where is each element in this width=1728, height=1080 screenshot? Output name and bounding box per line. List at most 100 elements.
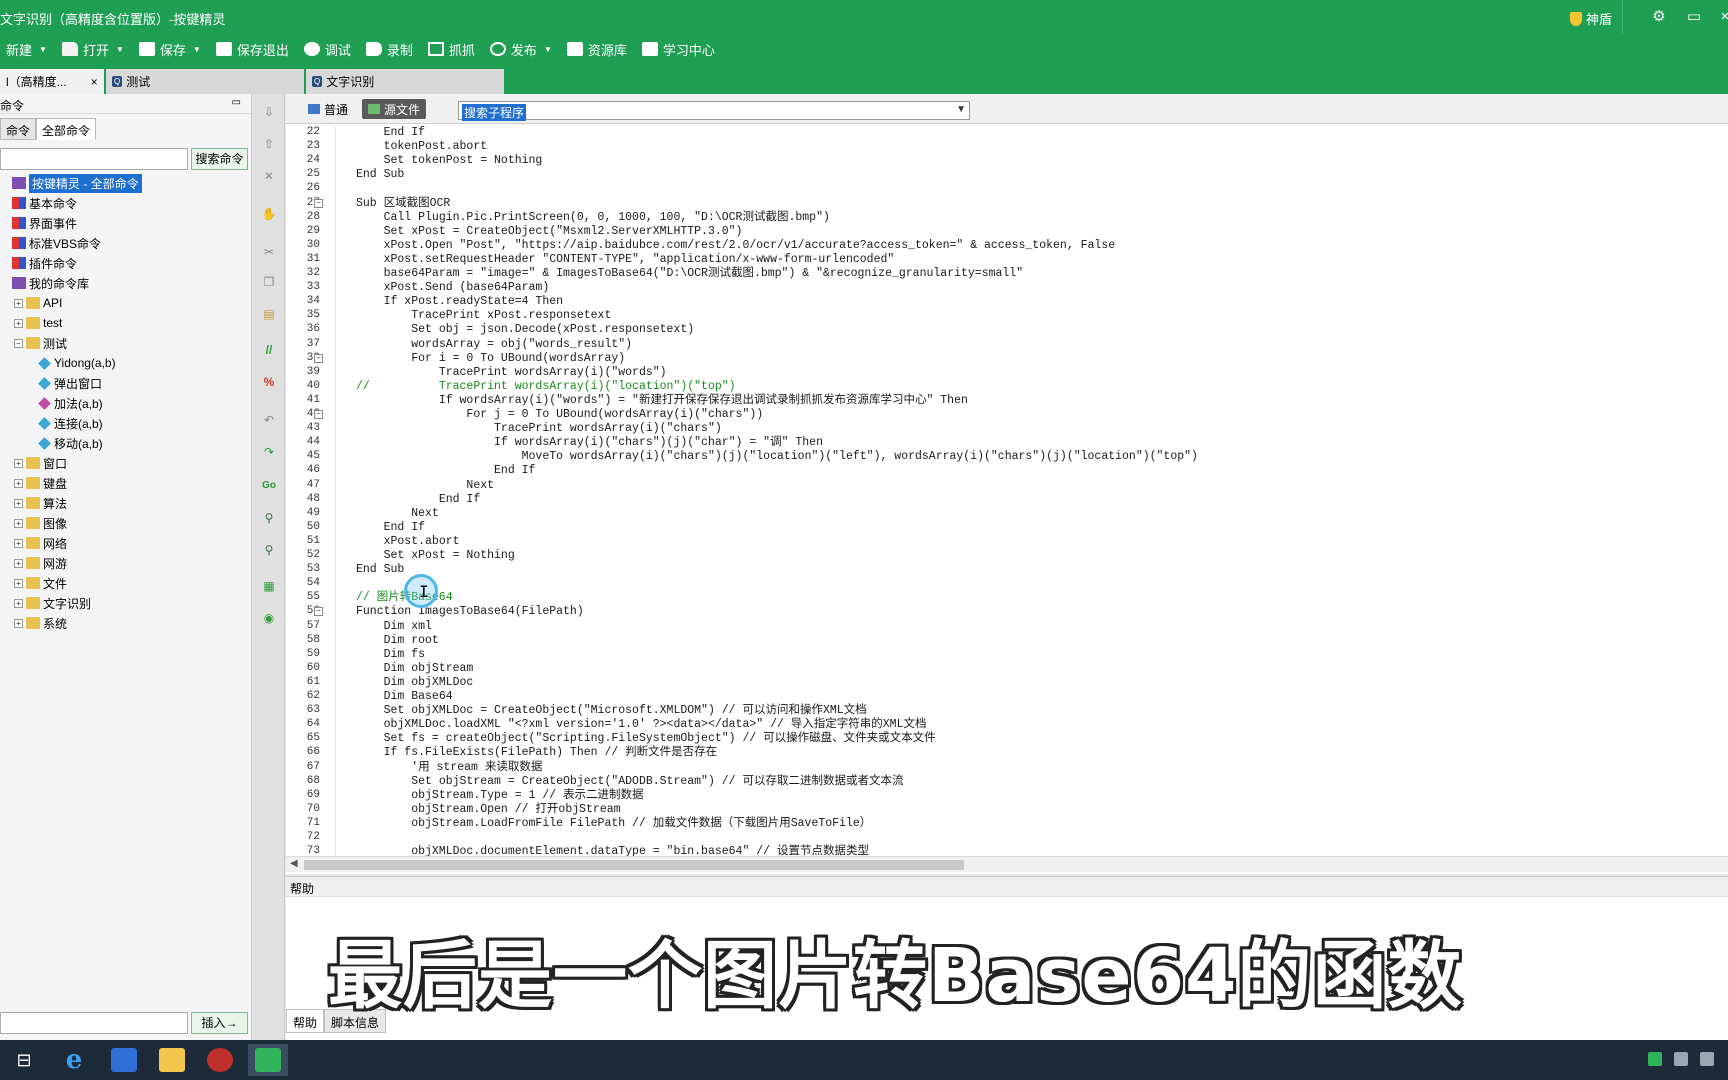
tray-anjian-icon[interactable] <box>1648 1052 1662 1066</box>
save-button[interactable]: 保存 ▼ <box>133 34 210 64</box>
hand-icon[interactable]: ✋ <box>261 206 277 222</box>
gear-icon[interactable]: ⚙ <box>1648 6 1670 28</box>
tree-item[interactable]: +标准VBS命令 <box>0 234 101 252</box>
tree-item[interactable]: +插件命令 <box>0 254 77 272</box>
uncomment-icon[interactable]: % <box>261 374 277 390</box>
expand-toggle-icon[interactable]: + <box>14 478 23 488</box>
tab-main-script[interactable]: l（高精度... × <box>0 69 104 94</box>
learn-button[interactable]: 学习中心 <box>636 34 724 64</box>
find-icon[interactable]: ⚲ <box>261 510 277 526</box>
expand-toggle-icon[interactable]: − <box>14 338 23 348</box>
expand-toggle-icon[interactable]: + <box>14 318 23 328</box>
cut-icon[interactable]: ✂ <box>261 244 277 260</box>
tab-ocr[interactable]: Q 文字识别 <box>306 69 504 94</box>
tab-help[interactable]: 帮助 <box>286 1009 325 1033</box>
tree-item[interactable]: + API <box>14 294 62 312</box>
publish-button[interactable]: 发布 ▼ <box>484 34 561 64</box>
tree-item[interactable]: 加法(a,b) <box>38 394 103 412</box>
scrollbar-thumb[interactable] <box>304 860 964 870</box>
anjian-app-icon[interactable] <box>248 1044 288 1076</box>
task-view-icon[interactable]: ⊟ <box>4 1044 44 1076</box>
expand-toggle-icon[interactable]: + <box>14 578 23 588</box>
tree-item[interactable]: 连接(a,b) <box>38 414 103 432</box>
delete-icon[interactable]: ✕ <box>261 168 277 184</box>
replace-icon[interactable]: ⚲ <box>261 542 277 558</box>
scroll-left-icon[interactable]: ◀ <box>290 858 298 869</box>
close-icon[interactable]: × <box>1714 6 1728 28</box>
tree-item[interactable]: −我的命令库 <box>0 274 89 292</box>
mode-source-button[interactable]: 源文件 <box>362 99 427 119</box>
minimize-icon[interactable]: ▭ <box>1683 6 1705 28</box>
expand-toggle-icon[interactable]: + <box>14 618 23 628</box>
tree-item[interactable]: + 网络 <box>14 534 67 552</box>
tree-item[interactable]: + 网游 <box>14 554 67 572</box>
tree-item[interactable]: + 键盘 <box>14 474 67 492</box>
tree-item[interactable]: +按键精灵 - 全部命令 <box>0 173 142 193</box>
new-button[interactable]: 新建 ▼ <box>0 34 56 64</box>
redo-icon[interactable]: ↷ <box>261 444 277 460</box>
search-command-button[interactable]: 搜索命令 <box>191 148 248 170</box>
camera-icon <box>365 42 382 56</box>
expand-toggle-icon[interactable]: + <box>14 498 23 508</box>
tree-item[interactable]: 移动(a,b) <box>38 434 103 452</box>
tree-item-label: 弹出窗口 <box>54 376 103 391</box>
save-exit-button[interactable]: 保存退出 <box>210 34 298 64</box>
resources-button[interactable]: 资源库 <box>561 34 636 64</box>
fold-toggle-icon[interactable]: − <box>314 198 323 208</box>
tray-network-icon[interactable] <box>1700 1052 1714 1066</box>
view-icon[interactable]: ◉ <box>261 610 277 626</box>
wps-writer-icon[interactable] <box>104 1044 144 1076</box>
expand-toggle-icon[interactable]: + <box>14 538 23 548</box>
move-up-icon[interactable]: ⇧ <box>261 136 277 152</box>
fold-toggle-icon[interactable]: − <box>314 607 323 617</box>
recorder-app-icon[interactable] <box>200 1044 240 1076</box>
insert-button[interactable]: 插入→ <box>191 1012 248 1034</box>
tree-item[interactable]: 弹出窗口 <box>38 374 102 392</box>
insert-input[interactable] <box>0 1012 188 1034</box>
pin-icon[interactable]: ▭ <box>232 97 241 108</box>
tree-item[interactable]: + test <box>14 314 62 332</box>
debug-button[interactable]: 调试 <box>298 34 360 64</box>
expand-toggle-icon[interactable]: + <box>14 558 23 568</box>
tab-test[interactable]: Q 测试 <box>106 69 304 94</box>
tree-item[interactable]: + 窗口 <box>14 454 67 472</box>
open-button[interactable]: 打开 ▼ <box>56 34 133 64</box>
tree-item[interactable]: + 算法 <box>14 494 67 512</box>
fold-toggle-icon[interactable]: − <box>314 353 323 363</box>
tab-all-commands[interactable]: 全部命令 <box>36 118 97 140</box>
expand-toggle-icon[interactable]: + <box>14 518 23 528</box>
expand-toggle-icon[interactable]: + <box>14 598 23 608</box>
tree-item[interactable]: + 文字识别 <box>14 594 91 612</box>
paste-icon[interactable]: ▤ <box>261 306 277 322</box>
move-down-icon[interactable]: ⇩ <box>261 104 277 120</box>
undo-icon[interactable]: ↶ <box>261 412 277 428</box>
tree-item[interactable]: + 图像 <box>14 514 67 532</box>
tree-item[interactable]: + 系统 <box>14 614 67 632</box>
goto-icon[interactable]: Go <box>261 478 277 494</box>
code-area[interactable]: 222324252627−2829303132333435363738−3940… <box>286 126 1728 856</box>
tab-basic-commands[interactable]: 命令 <box>0 118 37 140</box>
ie-browser-icon[interactable]: e <box>54 1044 94 1076</box>
capture-button[interactable]: 抓抓 <box>422 34 484 64</box>
tree-item[interactable]: Yidong(a,b) <box>38 354 116 372</box>
subroutine-selector[interactable]: 搜索子程序 ▼ <box>458 101 970 121</box>
tree-item[interactable]: +界面事件 <box>0 214 77 232</box>
tree-item[interactable]: +基本命令 <box>0 194 77 212</box>
command-search-input[interactable] <box>0 148 188 170</box>
horizontal-scrollbar[interactable]: ◀ <box>286 856 1728 872</box>
expand-toggle-icon[interactable]: + <box>14 458 23 468</box>
format-icon[interactable]: ▦ <box>261 578 277 594</box>
shield-button[interactable]: 神盾 <box>1570 9 1612 28</box>
file-explorer-icon[interactable] <box>152 1044 192 1076</box>
copy-icon[interactable]: ❐ <box>261 274 277 290</box>
record-button[interactable]: 录制 <box>360 34 422 64</box>
comment-icon[interactable]: // <box>261 342 277 358</box>
mode-normal-button[interactable]: 普通 <box>302 99 354 119</box>
chevron-down-icon: ▼ <box>115 44 124 54</box>
tree-item[interactable]: − 测试 <box>14 334 67 352</box>
expand-toggle-icon[interactable]: + <box>14 298 23 308</box>
close-icon[interactable]: × <box>91 75 98 89</box>
tray-keyboard-icon[interactable] <box>1674 1052 1688 1066</box>
fold-toggle-icon[interactable]: − <box>314 410 323 419</box>
tree-item[interactable]: + 文件 <box>14 574 67 592</box>
